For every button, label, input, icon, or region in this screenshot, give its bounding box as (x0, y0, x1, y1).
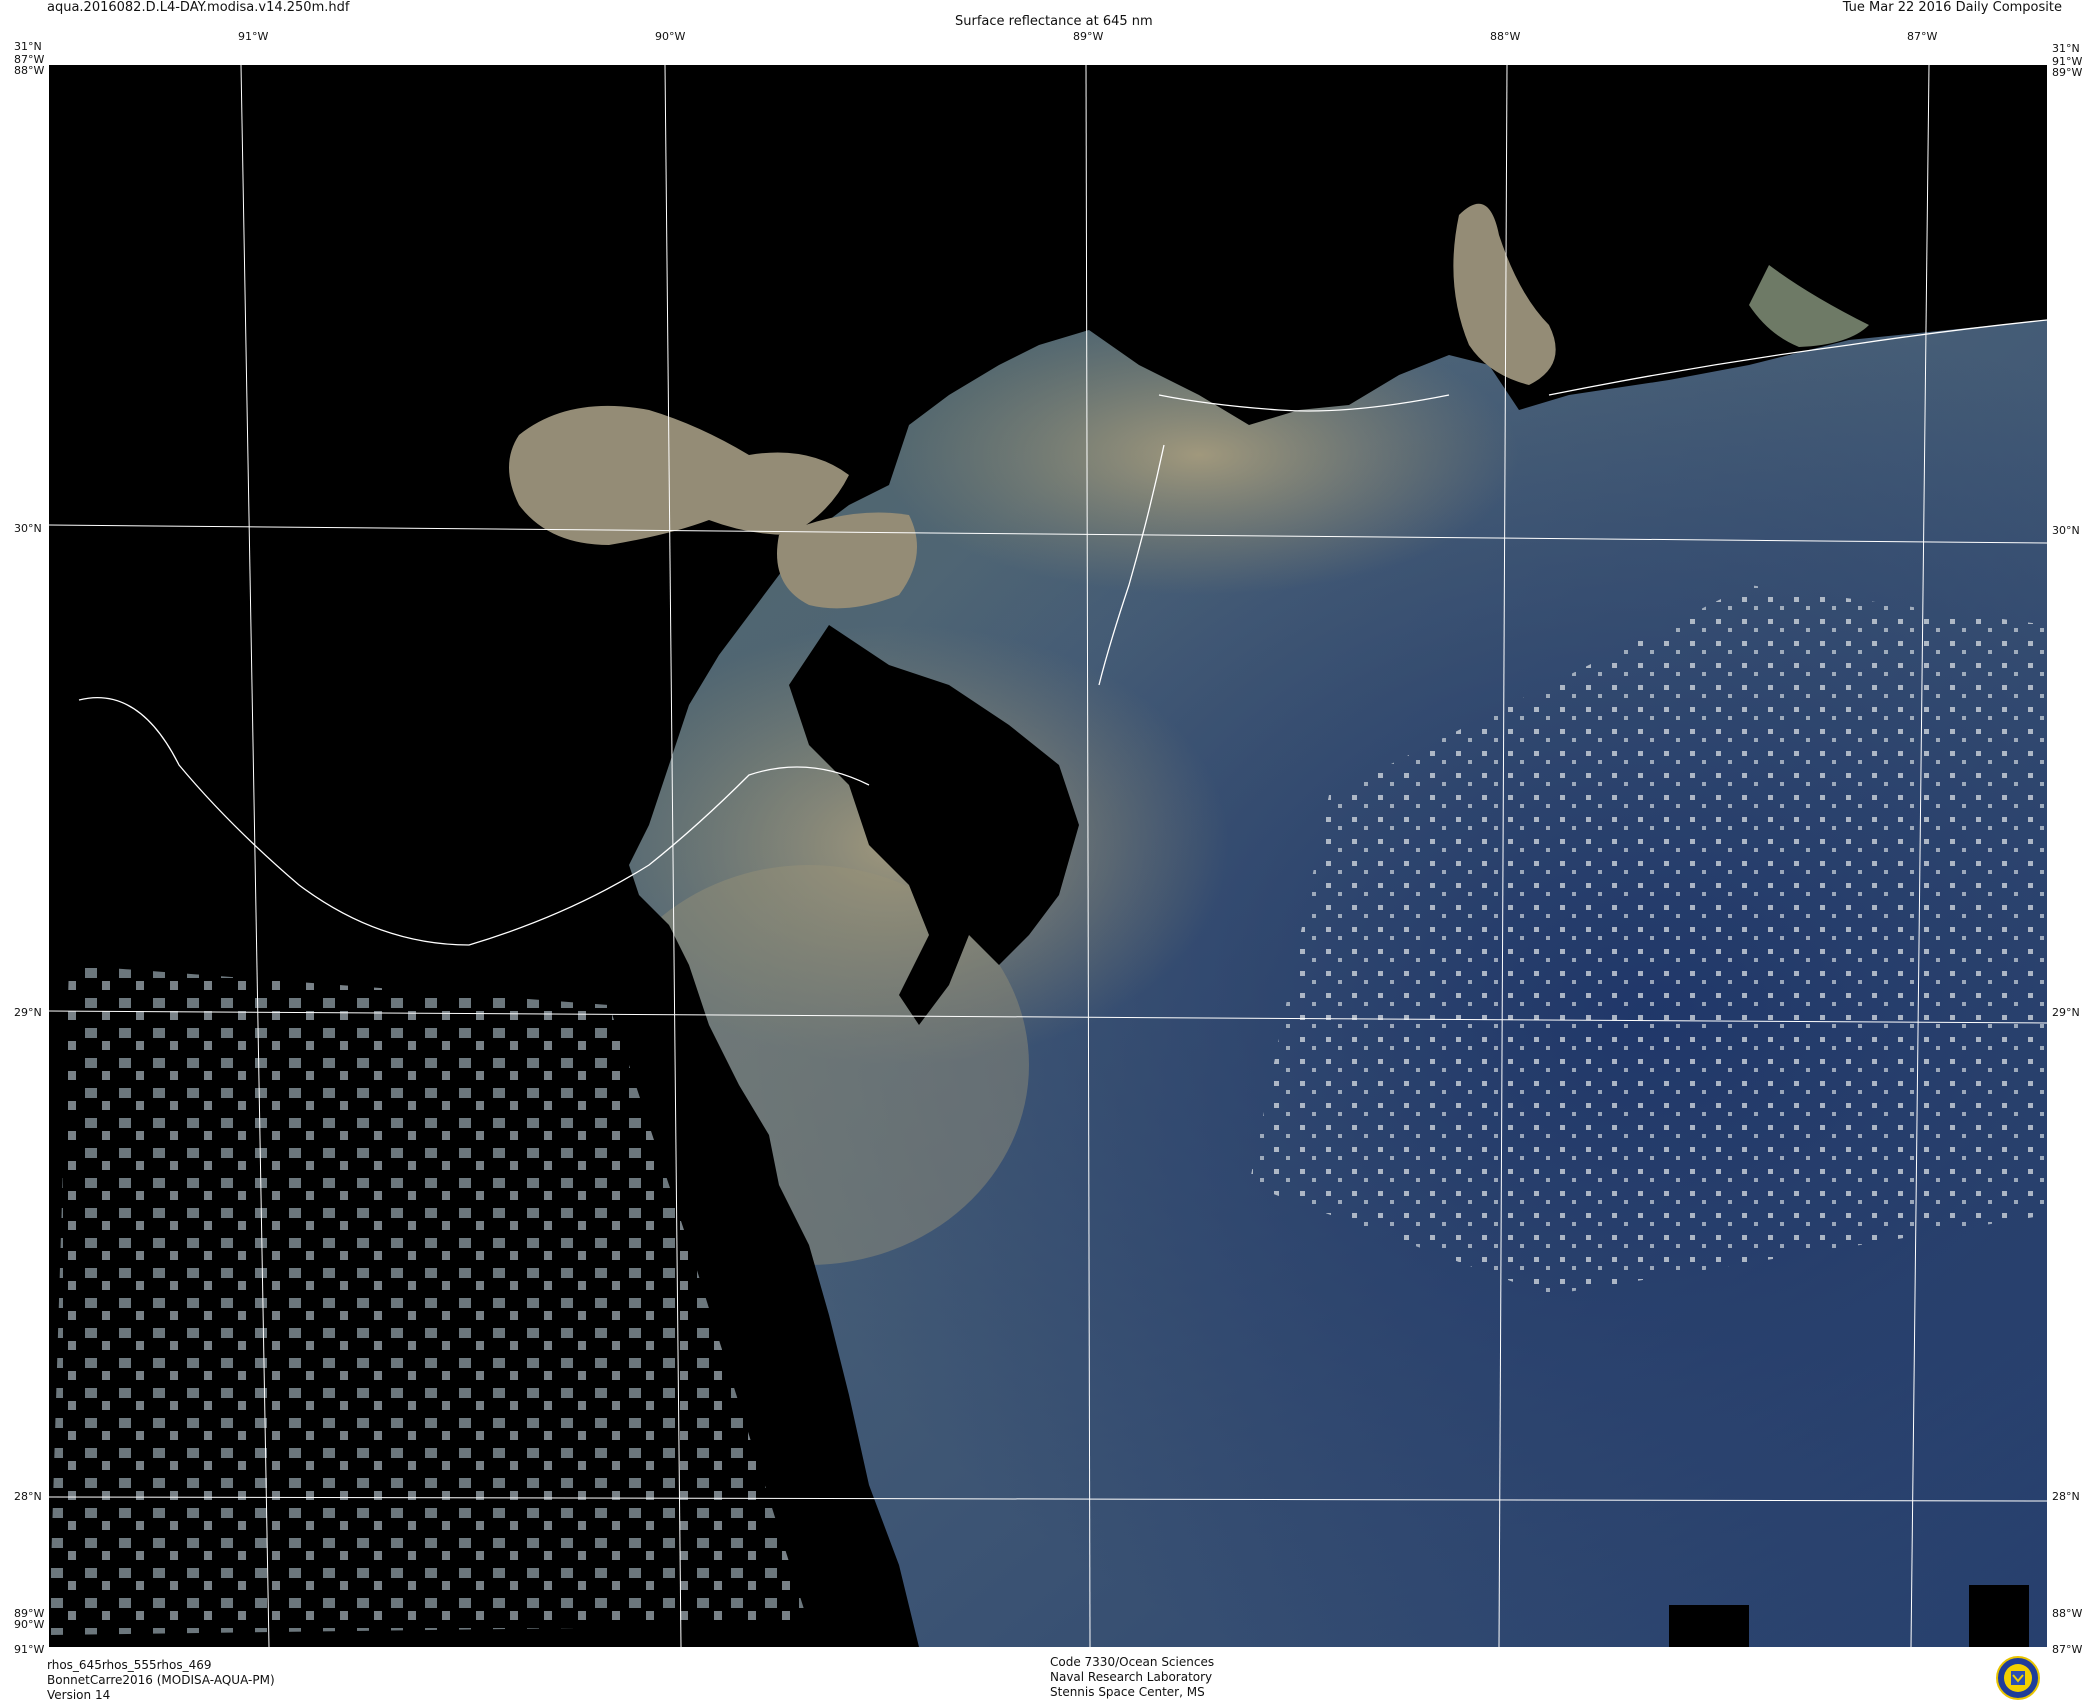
footer-version: Version 14 (47, 1688, 111, 1702)
label-layer: 91°W 90°W 89°W 88°W 87°W 30°N 29°N 28°N … (14, 30, 2082, 1656)
lon-label-87: 87°W (1907, 30, 1937, 43)
lat-label-28-right: 28°N (2052, 1490, 2080, 1503)
footer-lab: Naval Research Laboratory (1050, 1670, 1213, 1684)
footer-code: Code 7330/Ocean Sciences (1050, 1655, 1215, 1669)
lon-label-88: 88°W (1490, 30, 1520, 43)
corner-label: 31°N (14, 40, 42, 53)
footer-left: rhos_645rhos_555rhos_469 BonnetCarre2016… (47, 1658, 275, 1703)
lat-label-29-right: 29°N (2052, 1006, 2080, 1019)
footer-bands: rhos_645rhos_555rhos_469 (47, 1658, 212, 1672)
lon-label-91: 91°W (238, 30, 268, 43)
corner-label: 91°W (14, 1643, 44, 1656)
corner-label: 89°W (2052, 66, 2082, 79)
footer-project: BonnetCarre2016 (MODISA-AQUA-PM) (47, 1673, 275, 1687)
corner-label: 88°W (2052, 1607, 2082, 1620)
nrl-seal-icon (1996, 1656, 2040, 1700)
lon-label-89: 89°W (1073, 30, 1103, 43)
lon-label-90: 90°W (655, 30, 685, 43)
lat-label-30-right: 30°N (2052, 524, 2080, 537)
corner-label: 88°W (14, 64, 44, 77)
footer-center: Code 7330/Ocean Sciences Naval Research … (1050, 1655, 1214, 1700)
lat-label-29-left: 29°N (14, 1006, 42, 1019)
corner-label: 31°N (2052, 42, 2080, 55)
corner-label: 87°W (2052, 1643, 2082, 1656)
lat-label-28-left: 28°N (14, 1490, 42, 1503)
lat-label-30-left: 30°N (14, 522, 42, 535)
footer-location: Stennis Space Center, MS (1050, 1685, 1205, 1699)
corner-label: 90°W (14, 1618, 44, 1631)
